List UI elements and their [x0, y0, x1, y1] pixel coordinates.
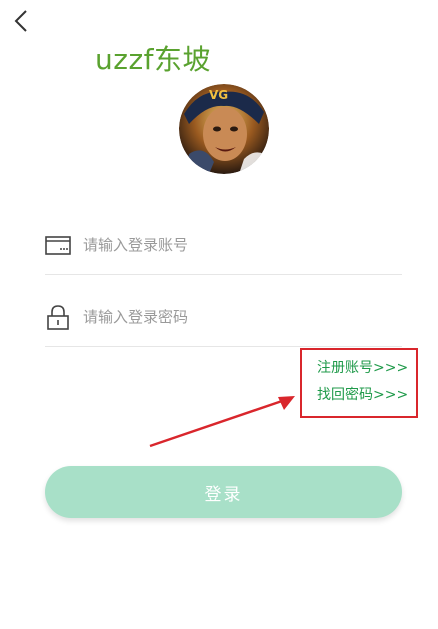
avatar-image: VG [179, 84, 269, 174]
svg-text:VG: VG [209, 88, 228, 102]
account-input[interactable] [83, 230, 383, 260]
lock-icon [47, 305, 69, 330]
login-button[interactable]: 登录 [45, 466, 402, 518]
card-icon [45, 236, 71, 255]
avatar[interactable]: VG [179, 84, 269, 174]
password-input[interactable] [83, 302, 383, 332]
forgot-password-link[interactable]: 找回密码>>> [317, 384, 408, 404]
annotation-box: 注册账号>>> 找回密码>>> [300, 348, 418, 418]
account-field [45, 218, 402, 275]
chevron-left-icon [14, 10, 27, 32]
annotation-arrow [149, 396, 295, 448]
site-watermark: uzzf东坡 [95, 43, 211, 76]
back-button[interactable] [8, 6, 36, 36]
register-link[interactable]: 注册账号>>> [317, 357, 408, 377]
password-field [45, 290, 402, 347]
